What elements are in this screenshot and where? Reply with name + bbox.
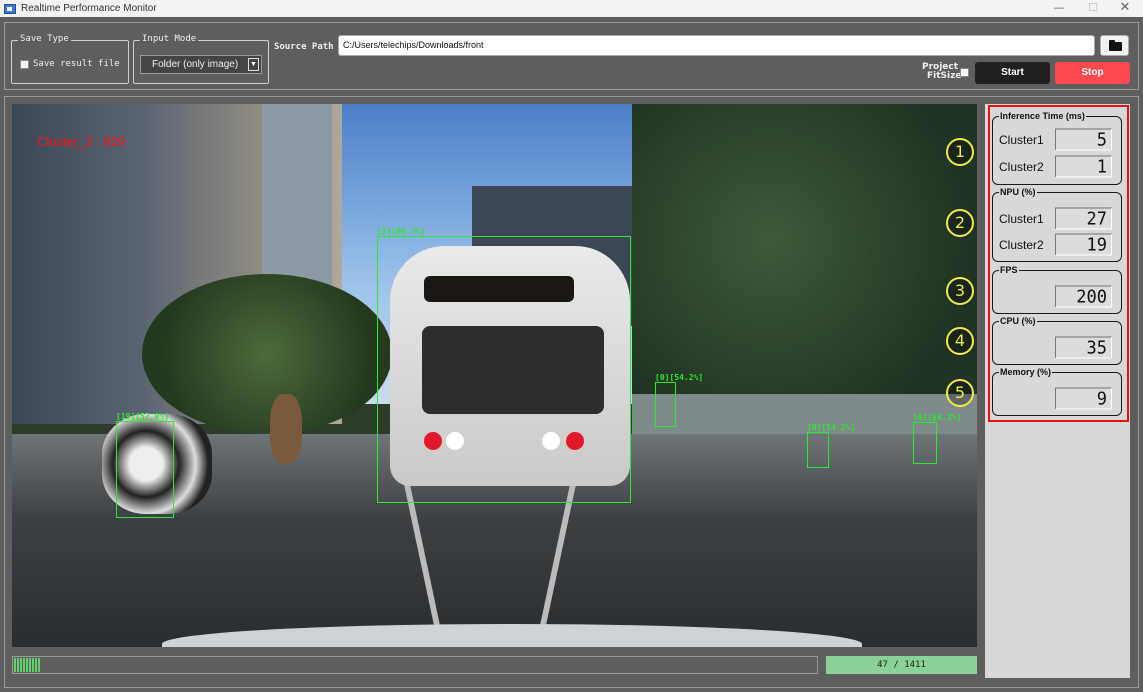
inference-cluster2-label: Cluster2	[999, 160, 1044, 174]
save-result-label: Save result file	[33, 59, 120, 69]
inference-cluster1-label: Cluster1	[999, 133, 1044, 147]
detection-box: [0][88.3%]	[913, 413, 961, 464]
detection-box: [0][54.2%]	[655, 373, 703, 427]
detection-label: [0][88.3%]	[913, 413, 962, 422]
video-view: Cluster_2 : 829 [5][96.7%] [19][57.0%] […	[12, 104, 977, 647]
project-fitsize-checkbox[interactable]	[960, 68, 969, 77]
save-type-legend: Save Type	[18, 34, 71, 44]
window-title: Realtime Performance Monitor	[21, 3, 157, 14]
inference-cluster1-value: 5	[1055, 128, 1112, 151]
detection-box: [0][54.2%]	[807, 423, 855, 468]
frame-counter: 47 / 1411	[826, 656, 977, 674]
detection-label: [5][96.7%]	[377, 227, 426, 236]
detection-label: [19][57.0%]	[116, 412, 169, 421]
project-fitsize-label-line2: FitSize	[927, 71, 962, 81]
detection-label: [0][54.2%]	[807, 423, 856, 432]
chevron-down-icon[interactable]: ▼	[248, 58, 259, 71]
inference-cluster2-value: 1	[1055, 155, 1112, 178]
annotation-badge-2: 2	[946, 209, 974, 237]
app-icon	[4, 3, 16, 14]
annotation-badge-3: 3	[946, 277, 974, 305]
scene-trees-left	[142, 274, 392, 434]
detection-label: [0][54.2%]	[655, 373, 704, 382]
title-bar: Realtime Performance Monitor — ☐ ✕	[0, 0, 1143, 17]
memory-title: Memory (%)	[999, 367, 1053, 377]
input-mode-select[interactable]: Folder (only image) ▼	[140, 55, 262, 74]
annotation-badge-1: 1	[946, 138, 974, 166]
cpu-title: CPU (%)	[999, 316, 1037, 326]
source-path-label: Source Path	[274, 42, 334, 52]
frame-progress-bar	[12, 656, 818, 674]
scene-deer	[270, 394, 302, 464]
browse-folder-button[interactable]	[1100, 35, 1129, 56]
npu-cluster1-value: 27	[1055, 207, 1112, 230]
fps-value: 200	[1055, 285, 1112, 308]
npu-cluster2-label: Cluster2	[999, 238, 1044, 252]
source-path-input[interactable]: C:/Users/telechips/Downloads/front	[338, 35, 1095, 56]
fps-title: FPS	[999, 265, 1019, 275]
input-mode-value: Folder (only image)	[152, 59, 239, 70]
memory-value: 9	[1055, 387, 1112, 410]
stop-button[interactable]: Stop	[1055, 62, 1130, 84]
input-mode-legend: Input Mode	[140, 34, 199, 44]
start-button[interactable]: Start	[975, 62, 1050, 84]
progress-fill	[14, 658, 41, 672]
cpu-value: 35	[1055, 336, 1112, 359]
folder-icon	[1109, 40, 1122, 51]
cluster-overlay-text: Cluster_2 : 829	[37, 134, 126, 149]
annotation-badge-5: 5	[946, 379, 974, 407]
maximize-button[interactable]: ☐	[1078, 0, 1108, 17]
npu-cluster2-value: 19	[1055, 233, 1112, 256]
npu-title: NPU (%)	[999, 187, 1037, 197]
npu-cluster1-label: Cluster1	[999, 212, 1044, 226]
annotation-badge-4: 4	[946, 327, 974, 355]
detection-box: [19][57.0%]	[116, 412, 174, 518]
scene-trees-right	[632, 104, 977, 444]
detection-box: [5][96.7%]	[377, 227, 631, 503]
inference-time-title: Inference Time (ms)	[999, 111, 1086, 121]
close-button[interactable]: ✕	[1110, 0, 1140, 17]
minimize-button[interactable]: —	[1044, 0, 1074, 17]
save-result-checkbox[interactable]	[20, 60, 29, 69]
